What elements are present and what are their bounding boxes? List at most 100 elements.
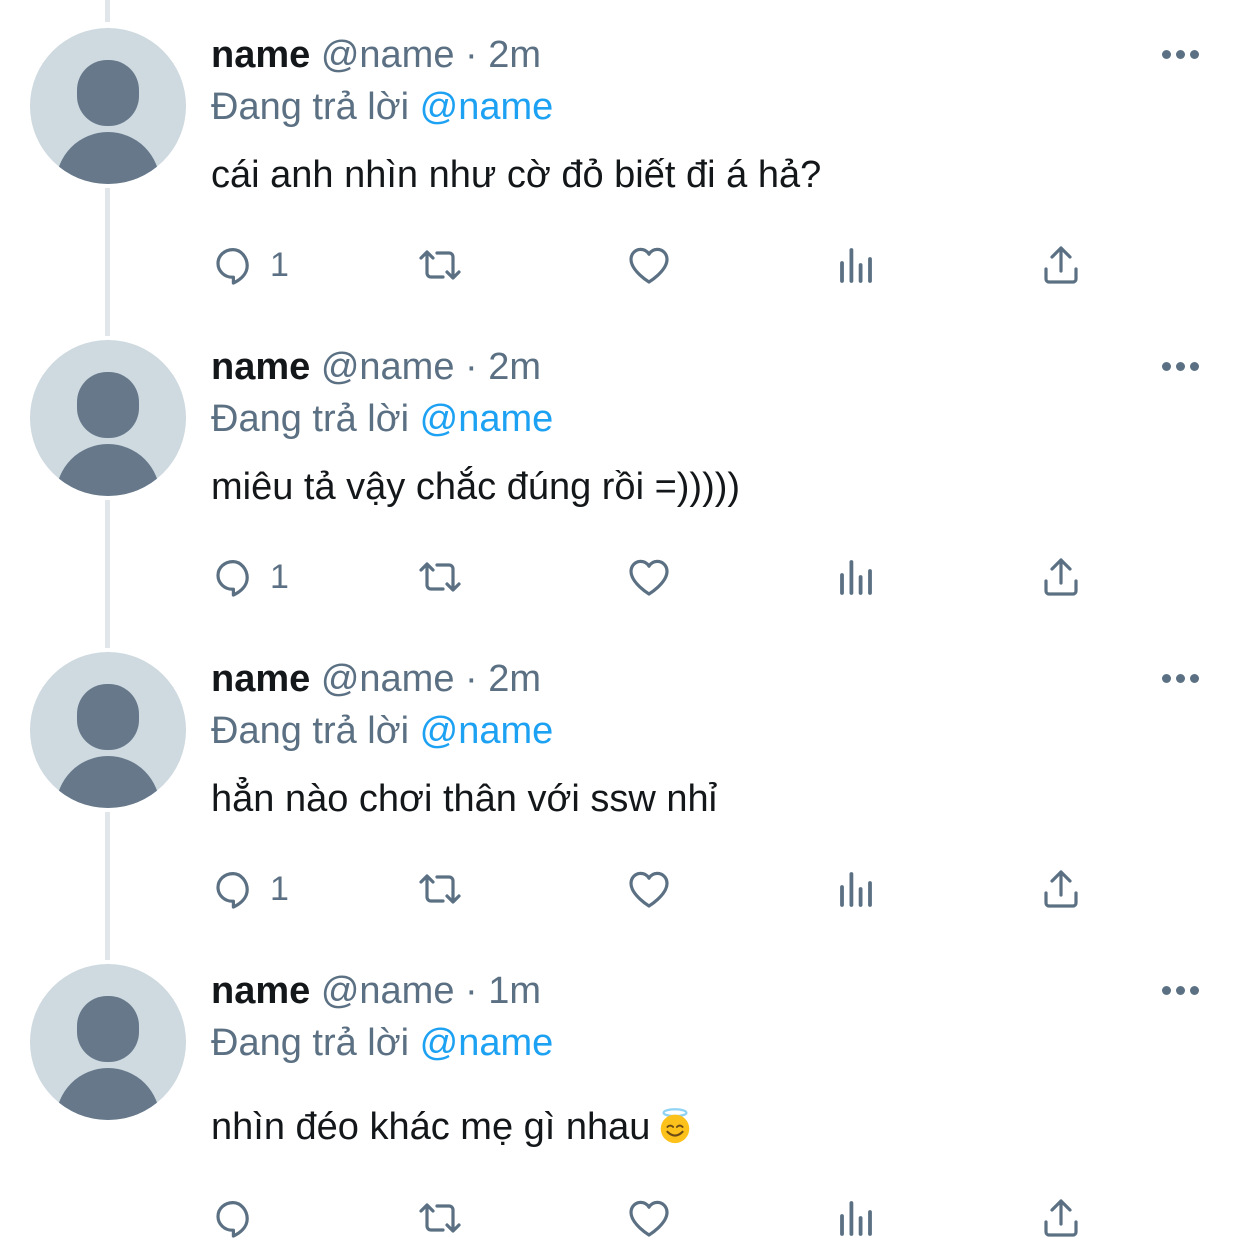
more-options-button[interactable] [1158, 668, 1202, 688]
more-icon [1161, 361, 1171, 371]
more-icon [1161, 49, 1171, 59]
tweet-text-content: nhìn đéo khác mẹ gì nhau [211, 1106, 651, 1148]
mention-link[interactable]: @name [420, 710, 554, 752]
replying-to: Đang trả lời @name [211, 396, 553, 442]
share-button[interactable] [1037, 547, 1085, 607]
retweet-icon [419, 874, 461, 904]
reply-button[interactable]: 1 [212, 547, 289, 607]
timestamp[interactable]: 2m [488, 346, 541, 388]
tweet[interactable]: name @name · 2m Đang trả lời @name miêu … [0, 312, 1242, 624]
timestamp[interactable]: 1m [488, 970, 541, 1012]
handle[interactable]: @name [321, 346, 455, 388]
like-icon [629, 871, 669, 908]
display-name[interactable]: name [211, 34, 310, 76]
reply-button[interactable]: 1 [212, 235, 289, 295]
retweet-icon [419, 562, 461, 592]
separator: · [465, 970, 478, 1012]
replying-to-label: Đang trả lời [211, 1022, 410, 1064]
analytics-icon [840, 560, 872, 595]
share-icon [1044, 1199, 1078, 1237]
analytics-button[interactable] [832, 235, 880, 295]
replying-to-label: Đang trả lời [211, 710, 410, 752]
display-name[interactable]: name [211, 346, 310, 388]
more-options-button[interactable] [1158, 980, 1202, 1000]
reply-button[interactable] [212, 1188, 270, 1248]
avatar[interactable] [30, 28, 186, 184]
share-icon [1044, 870, 1078, 908]
like-button[interactable] [625, 1188, 673, 1248]
tweet-header: name @name · 1m [211, 968, 541, 1014]
mention-link[interactable]: @name [420, 398, 554, 440]
reply-icon [216, 560, 249, 597]
tweet-header: name @name · 2m [211, 656, 541, 702]
more-options-button[interactable] [1158, 356, 1202, 376]
analytics-button[interactable] [832, 547, 880, 607]
reply-count: 1 [270, 557, 289, 596]
replying-to: Đang trả lời @name [211, 84, 553, 130]
tweet-actions [0, 1188, 1242, 1248]
avatar[interactable] [30, 340, 186, 496]
more-options-button[interactable] [1158, 44, 1202, 64]
halo-smile-emoji-icon [661, 1108, 690, 1144]
like-button[interactable] [625, 235, 673, 295]
handle[interactable]: @name [321, 970, 455, 1012]
reply-icon [216, 1201, 249, 1238]
analytics-button[interactable] [832, 1188, 880, 1248]
separator: · [465, 34, 478, 76]
more-icon [1161, 985, 1171, 995]
timestamp[interactable]: 2m [488, 658, 541, 700]
more-icon [1161, 673, 1171, 683]
reply-count: 1 [270, 869, 289, 908]
display-name[interactable]: name [211, 970, 310, 1012]
replying-to: Đang trả lời @name [211, 708, 553, 754]
retweet-button[interactable] [416, 859, 464, 919]
replying-to-label: Đang trả lời [211, 398, 410, 440]
reply-button[interactable]: 1 [212, 859, 289, 919]
tweet[interactable]: name @name · 1m Đang trả lời @name nhìn … [0, 936, 1242, 1258]
retweet-icon [419, 250, 461, 280]
tweet-text: cái anh nhìn như cờ đỏ biết đi á hả? [211, 154, 822, 196]
retweet-button[interactable] [416, 547, 464, 607]
tweet-text: hẳn nào chơi thân với ssw nhỉ [211, 778, 718, 820]
reply-icon [216, 248, 249, 285]
timestamp[interactable]: 2m [488, 34, 541, 76]
tweet-text: nhìn đéo khác mẹ gì nhau [211, 1104, 694, 1150]
separator: · [465, 346, 478, 388]
analytics-icon [840, 248, 872, 283]
display-name[interactable]: name [211, 658, 310, 700]
separator: · [465, 658, 478, 700]
tweet-actions: 1 [0, 547, 1242, 607]
like-icon [629, 247, 669, 284]
tweet[interactable]: name @name · 2m Đang trả lời @name hẳn n… [0, 624, 1242, 936]
handle[interactable]: @name [321, 34, 455, 76]
analytics-icon [840, 1201, 872, 1236]
like-button[interactable] [625, 859, 673, 919]
share-icon [1044, 246, 1078, 284]
analytics-button[interactable] [832, 859, 880, 919]
replying-to: Đang trả lời @name [211, 1020, 553, 1066]
tweet-actions: 1 [0, 859, 1242, 919]
retweet-button[interactable] [416, 235, 464, 295]
share-button[interactable] [1037, 235, 1085, 295]
retweet-icon [419, 1203, 461, 1233]
replying-to-label: Đang trả lời [211, 86, 410, 128]
share-icon [1044, 558, 1078, 596]
tweet-header: name @name · 2m [211, 344, 541, 390]
like-icon [629, 1200, 669, 1237]
share-button[interactable] [1037, 1188, 1085, 1248]
mention-link[interactable]: @name [420, 1022, 554, 1064]
reply-count: 1 [270, 245, 289, 284]
tweet[interactable]: name @name · 2m Đang trả lời @name cái a… [0, 0, 1242, 312]
handle[interactable]: @name [321, 658, 455, 700]
tweet-actions: 1 [0, 235, 1242, 295]
like-button[interactable] [625, 547, 673, 607]
tweet-text: miêu tả vậy chắc đúng rồi =))))) [211, 466, 741, 508]
retweet-button[interactable] [416, 1188, 464, 1248]
reply-icon [216, 872, 249, 909]
analytics-icon [840, 872, 872, 907]
avatar[interactable] [30, 964, 186, 1120]
avatar[interactable] [30, 652, 186, 808]
share-button[interactable] [1037, 859, 1085, 919]
mention-link[interactable]: @name [420, 86, 554, 128]
like-icon [629, 559, 669, 596]
